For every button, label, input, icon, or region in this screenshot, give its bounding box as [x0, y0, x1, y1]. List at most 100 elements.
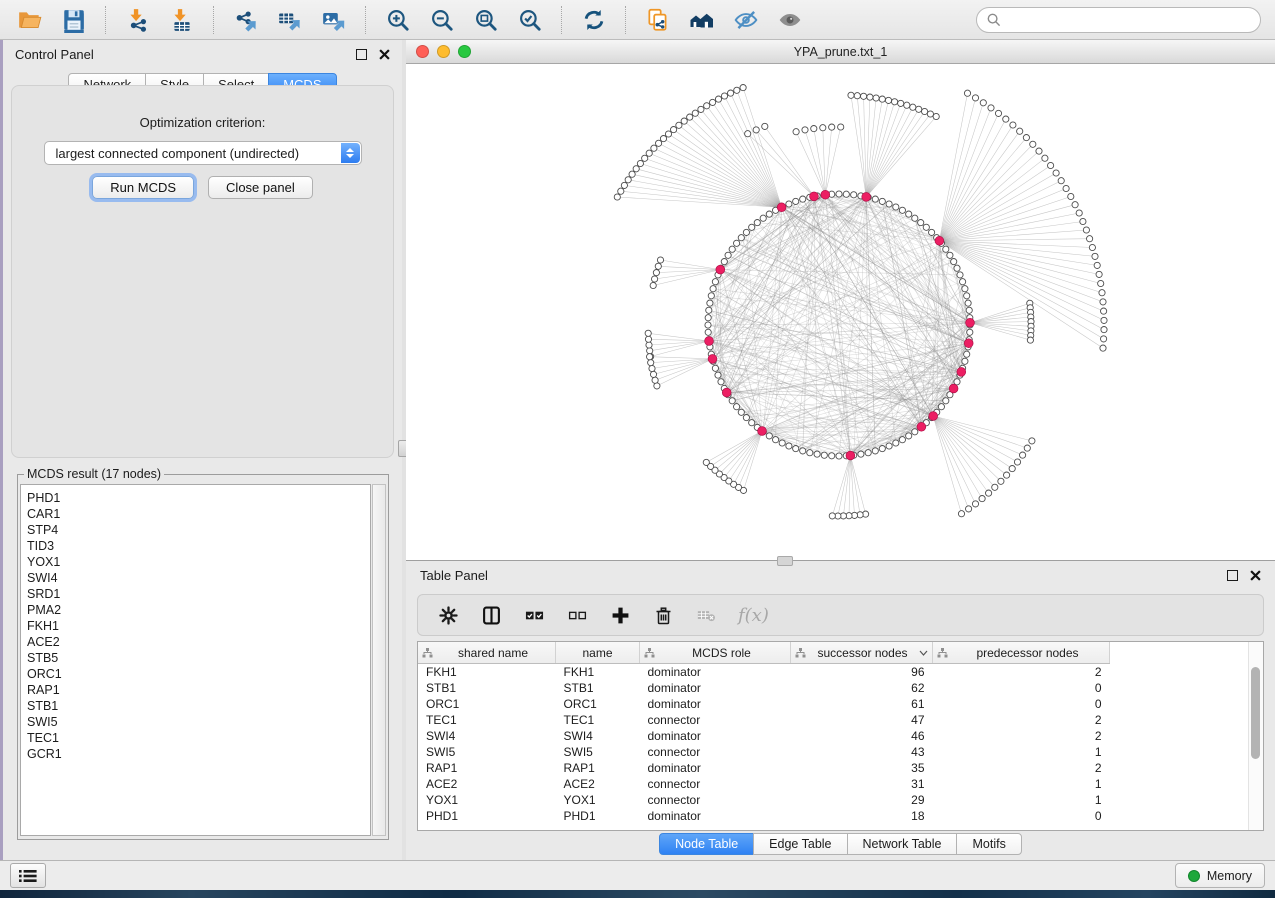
mcds-result-title: MCDS result (17 nodes) — [24, 467, 164, 481]
float-panel-icon[interactable] — [356, 49, 367, 60]
deselect-all-button[interactable] — [566, 604, 588, 626]
run-mcds-button[interactable]: Run MCDS — [92, 176, 194, 199]
fx-icon: f(x) — [738, 605, 769, 626]
main-toolbar — [0, 0, 1275, 40]
table-row[interactable]: ACE2ACE2connector311 — [418, 776, 1110, 792]
export-table-button[interactable] — [275, 5, 305, 35]
table-tab-node-table[interactable]: Node Table — [659, 833, 754, 855]
table-cell: PHD1 — [556, 808, 640, 824]
minimize-window-icon[interactable] — [437, 45, 450, 58]
home-networks-button[interactable] — [687, 5, 717, 35]
mcds-result-item[interactable]: RAP1 — [27, 682, 370, 698]
float-panel-icon[interactable] — [1227, 570, 1238, 581]
mcds-result-item[interactable]: PHD1 — [27, 490, 370, 506]
houses-icon — [689, 7, 715, 33]
table-panel-header: Table Panel — [406, 561, 1275, 589]
mcds-result-item[interactable]: YOX1 — [27, 554, 370, 570]
dropdown-stepper-icon — [341, 143, 360, 163]
export-network-button[interactable] — [231, 5, 261, 35]
close-panel-icon[interactable] — [379, 49, 390, 60]
function-builder-button[interactable]: f(x) — [738, 604, 769, 626]
zoom-in-button[interactable] — [383, 5, 413, 35]
result-list-scrollbar[interactable] — [372, 484, 386, 836]
maximize-window-icon[interactable] — [458, 45, 471, 58]
save-session-button[interactable] — [59, 5, 89, 35]
open-file-button[interactable] — [15, 5, 45, 35]
apply-layout-button[interactable] — [579, 5, 609, 35]
create-column-button[interactable] — [609, 604, 631, 626]
export-image-button[interactable] — [319, 5, 349, 35]
mcds-result-item[interactable]: SRD1 — [27, 586, 370, 602]
close-panel-icon[interactable] — [1250, 570, 1261, 581]
table-row[interactable]: SWI5SWI5connector431 — [418, 744, 1110, 760]
table-panel-tabs: Node TableEdge TableNetwork TableMotifs — [406, 833, 1275, 855]
table-row[interactable]: YOX1YOX1connector291 — [418, 792, 1110, 808]
mcds-result-item[interactable]: STB1 — [27, 698, 370, 714]
close-panel-button[interactable]: Close panel — [208, 176, 313, 199]
table-row[interactable]: PHD1PHD1dominator180 — [418, 808, 1110, 824]
table-cell: dominator — [640, 728, 791, 744]
show-columns-button[interactable] — [480, 604, 502, 626]
close-window-icon[interactable] — [416, 45, 429, 58]
mcds-result-item[interactable]: SWI4 — [27, 570, 370, 586]
show-panels-button[interactable] — [10, 863, 46, 888]
table-row[interactable]: SWI4SWI4dominator462 — [418, 728, 1110, 744]
table-scrollbar[interactable] — [1248, 642, 1263, 830]
column-header-name[interactable]: name — [556, 642, 640, 664]
table-cell: 43 — [791, 744, 933, 760]
import-table-button[interactable] — [167, 5, 197, 35]
zoom-out-button[interactable] — [427, 5, 457, 35]
mcds-result-item[interactable]: STP4 — [27, 522, 370, 538]
trash-icon — [654, 606, 673, 625]
mcds-result-item[interactable]: FKH1 — [27, 618, 370, 634]
mcds-result-item[interactable]: TID3 — [27, 538, 370, 554]
delete-table-icon — [697, 606, 716, 625]
optimization-criterion-select[interactable]: largest connected component (undirected) — [44, 141, 362, 165]
memory-button[interactable]: Memory — [1175, 863, 1265, 888]
table-tab-motifs[interactable]: Motifs — [956, 833, 1021, 855]
mcds-result-item[interactable]: ORC1 — [27, 666, 370, 682]
delete-table-button[interactable] — [695, 604, 717, 626]
mcds-tab-content: Optimization criterion: largest connecte… — [11, 85, 394, 458]
delete-column-button[interactable] — [652, 604, 674, 626]
share-document-button[interactable] — [643, 5, 673, 35]
search-input[interactable] — [1008, 11, 1250, 28]
mcds-result-item[interactable]: STB5 — [27, 650, 370, 666]
import-network-button[interactable] — [123, 5, 153, 35]
mcds-result-item[interactable]: SWI5 — [27, 714, 370, 730]
table-tab-edge-table[interactable]: Edge Table — [753, 833, 847, 855]
import-table-icon — [169, 7, 195, 33]
mcds-result-item[interactable]: CAR1 — [27, 506, 370, 522]
table-row[interactable]: RAP1RAP1dominator352 — [418, 760, 1110, 776]
select-all-button[interactable] — [523, 604, 545, 626]
column-header-shared-name[interactable]: shared name — [418, 642, 556, 664]
table-row[interactable]: FKH1FKH1dominator962 — [418, 664, 1110, 681]
table-cell: RAP1 — [418, 760, 556, 776]
network-canvas[interactable] — [406, 64, 1275, 560]
mcds-result-item[interactable]: ACE2 — [27, 634, 370, 650]
search-box[interactable] — [976, 7, 1261, 33]
table-cell: connector — [640, 792, 791, 808]
table-scrollbar-thumb[interactable] — [1251, 667, 1260, 759]
column-header-MCDS-role[interactable]: MCDS role — [640, 642, 791, 664]
column-header-predecessor-nodes[interactable]: predecessor nodes — [933, 642, 1110, 664]
hide-selected-button[interactable] — [731, 5, 761, 35]
mcds-result-item[interactable]: PMA2 — [27, 602, 370, 618]
table-row[interactable]: ORC1ORC1dominator610 — [418, 696, 1110, 712]
column-header-successor-nodes[interactable]: successor nodes — [791, 642, 933, 664]
table-row[interactable]: TEC1TEC1connector472 — [418, 712, 1110, 728]
network-window-titlebar[interactable]: YPA_prune.txt_1 — [406, 40, 1275, 64]
table-tab-network-table[interactable]: Network Table — [847, 833, 958, 855]
zoom-selected-button[interactable] — [515, 5, 545, 35]
mcds-result-item[interactable]: TEC1 — [27, 730, 370, 746]
show-all-button[interactable] — [775, 5, 805, 35]
table-panel-drag-handle[interactable] — [777, 556, 793, 566]
table-cell: 1 — [933, 792, 1110, 808]
mcds-result-item[interactable]: GCR1 — [27, 746, 370, 762]
table-settings-button[interactable] — [437, 604, 459, 626]
network-graph[interactable] — [406, 64, 1275, 560]
table-row[interactable]: STB1STB1dominator620 — [418, 680, 1110, 696]
table-cell: YOX1 — [556, 792, 640, 808]
table-cell: TEC1 — [418, 712, 556, 728]
zoom-fit-button[interactable] — [471, 5, 501, 35]
